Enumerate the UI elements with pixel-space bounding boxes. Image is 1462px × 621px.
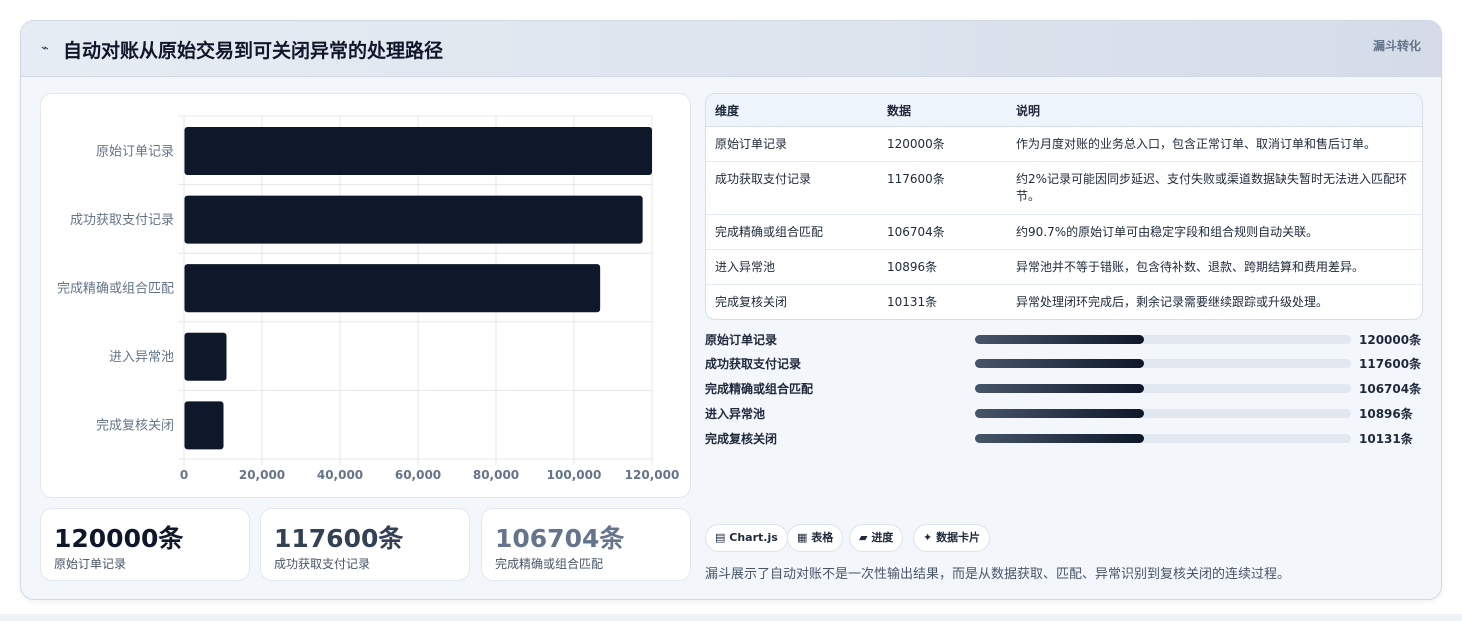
- table-cell: 完成复核关闭: [715, 295, 788, 309]
- progress-value: 10131条: [1359, 432, 1413, 446]
- table-cell: 117600条: [878, 161, 1007, 215]
- progress-fill: [975, 335, 1145, 344]
- progress-value: 120000条: [1359, 333, 1422, 347]
- kpi-card-payments: 117600条 成功获取支付记录: [260, 508, 470, 581]
- chip-table[interactable]: ▦ 表格: [787, 524, 844, 552]
- chip-label: 数据卡片: [936, 531, 981, 544]
- kpi-value: 106704条: [495, 524, 625, 553]
- progress-label: 进入异常池: [705, 407, 766, 421]
- page-bottom-bar: [0, 614, 1462, 621]
- bar: [184, 126, 652, 175]
- table-row: 完成复核关闭 10131条 异常处理闭环完成后，剩余记录需要继续跟踪或升级处理。: [706, 285, 1422, 320]
- chip-data-card[interactable]: ✦ 数据卡片: [913, 524, 991, 552]
- table-cell: 约2%记录可能因同步延迟、支付失败或渠道数据缺失暂时无法进入匹配环节。: [1007, 161, 1422, 215]
- chart-icon: ▤: [715, 531, 726, 544]
- progress-row: 完成精确或组合匹配 106704条: [705, 378, 1421, 398]
- chip-label: 进度: [871, 531, 894, 544]
- progress-row: 进入异常池 10896条: [705, 403, 1421, 423]
- bar-chart: 原始订单记录成功获取支付记录完成精确或组合匹配进入异常池完成复核关闭 0 20,00…: [57, 115, 680, 482]
- progress-value: 10896条: [1359, 407, 1413, 421]
- progress-label: 完成精确或组合匹配: [705, 382, 814, 396]
- kpi-value: 120000条: [54, 524, 184, 553]
- progress-row: 成功获取支付记录 117600条: [705, 353, 1421, 373]
- progress-track: [975, 409, 1351, 418]
- chip-label: 表格: [811, 531, 834, 544]
- table-cell: 完成精确或组合匹配: [706, 214, 878, 250]
- footnote: 漏斗展示了自动对账不是一次性输出结果，而是从数据获取、匹配、异常识别到复核关闭的…: [705, 567, 1291, 582]
- page-title: 自动对账从原始交易到可关闭异常的处理路径: [63, 40, 444, 62]
- table-cell: 进入异常池: [706, 249, 878, 285]
- table-cell: 作为月度对账的业务总入口，包含正常订单、取消订单和售后订单。: [1007, 126, 1422, 162]
- kpi-label: 成功获取支付记录: [274, 557, 371, 571]
- bar: [184, 264, 601, 313]
- card-header: ⌁ 自动对账从原始交易到可关闭异常的处理路径 漏斗转化: [21, 21, 1441, 77]
- x-tick-label: 40,000: [317, 468, 363, 482]
- progress-row: 完成复核关闭 10131条: [705, 428, 1421, 448]
- bar: [184, 401, 224, 450]
- sparkle-icon: ✦: [923, 531, 933, 544]
- table-cell: 120000条: [878, 126, 1007, 162]
- x-tick-label: 60,000: [395, 468, 441, 482]
- x-tick-label: 120,000: [625, 468, 680, 482]
- table-row: 完成精确或组合匹配 106704条 约90.7%的原始订单可由稳定字段和组合规则…: [706, 214, 1422, 250]
- progress-label: 原始订单记录: [705, 333, 778, 347]
- table-cell: 10896条: [878, 249, 1007, 285]
- y-tick-label: 进入异常池: [109, 350, 174, 365]
- x-tick-label: 0: [180, 468, 188, 482]
- table-cell: 106704条: [878, 214, 1007, 250]
- table-cell: 异常池并不等于错账，包含待补数、退款、跨期结算和费用差异。: [1007, 249, 1422, 285]
- progress-track: [975, 359, 1351, 368]
- kpi-value: 117600条: [274, 524, 404, 553]
- chip-progress[interactable]: ▰ 进度: [849, 524, 904, 552]
- column-header: 维度: [706, 94, 878, 127]
- progress-fill: [975, 359, 1145, 368]
- progress-track: [975, 384, 1351, 393]
- bar: [184, 332, 227, 381]
- table-row: 进入异常池 10896条 异常池并不等于错账，包含待补数、退款、跨期结算和费用差…: [706, 249, 1422, 285]
- y-tick-label: 原始订单记录: [96, 144, 174, 159]
- table-cell: 异常处理闭环完成后，剩余记录需要继续跟踪或升级处理。: [1016, 295, 1329, 309]
- progress-fill: [975, 384, 1145, 393]
- table-row: 成功获取支付记录 117600条 约2%记录可能因同步延迟、支付失败或渠道数据缺…: [706, 161, 1422, 215]
- progress-value: 106704条: [1359, 382, 1422, 396]
- table-cell: 原始订单记录: [706, 126, 878, 162]
- kpi-label: 原始订单记录: [54, 557, 127, 571]
- progress-track: [975, 434, 1351, 443]
- x-tick-label: 100,000: [547, 468, 602, 482]
- chip-label: Chart.js: [729, 531, 778, 544]
- table-header-row: 维度 数据 说明: [706, 94, 1422, 127]
- table-icon: ▦: [797, 531, 808, 544]
- x-tick-label: 20,000: [239, 468, 285, 482]
- column-header: 说明: [1007, 94, 1422, 127]
- y-tick-label: 完成精确或组合匹配: [57, 282, 174, 297]
- y-tick-label: 完成复核关闭: [96, 419, 174, 434]
- progress-fill: [975, 434, 1145, 443]
- table-cell: 约90.7%的原始订单可由稳定字段和组合规则自动关联。: [1007, 214, 1422, 250]
- progress-track: [975, 335, 1351, 344]
- column-header: 数据: [878, 94, 1007, 127]
- progress-value: 117600条: [1359, 357, 1422, 371]
- pulse-icon: ⌁: [41, 41, 49, 56]
- chart-type-tag: 漏斗转化: [1372, 39, 1421, 53]
- kpi-card-orders: 120000条 原始订单记录: [40, 508, 250, 581]
- kpi-label: 完成精确或组合匹配: [495, 557, 604, 571]
- table-cell: 10131条: [887, 295, 938, 309]
- y-tick-label: 成功获取支付记录: [70, 213, 174, 228]
- bar-chart-panel: 原始订单记录成功获取支付记录完成精确或组合匹配进入异常池完成复核关闭 0 20,00…: [40, 93, 691, 498]
- progress-icon: ▰: [859, 531, 868, 544]
- bar: [184, 195, 643, 244]
- progress-label: 完成复核关闭: [705, 432, 778, 446]
- kpi-card-matched: 106704条 完成精确或组合匹配: [481, 508, 691, 581]
- x-tick-label: 80,000: [473, 468, 519, 482]
- chip-chartjs[interactable]: ▤ Chart.js: [705, 524, 788, 552]
- main-card: ⌁ 自动对账从原始交易到可关闭异常的处理路径 漏斗转化 原始订单记录 成功获取支付…: [20, 20, 1442, 600]
- data-table: 维度 数据 说明 原始订单记录 120000条 作为月度对账的业务总入口，包含正…: [705, 93, 1423, 320]
- table-cell: 成功获取支付记录: [706, 161, 878, 215]
- progress-fill: [975, 409, 1145, 418]
- progress-label: 成功获取支付记录: [705, 357, 802, 371]
- progress-row: 原始订单记录 120000条: [705, 329, 1421, 349]
- table-row: 原始订单记录 120000条 作为月度对账的业务总入口，包含正常订单、取消订单和…: [706, 126, 1422, 162]
